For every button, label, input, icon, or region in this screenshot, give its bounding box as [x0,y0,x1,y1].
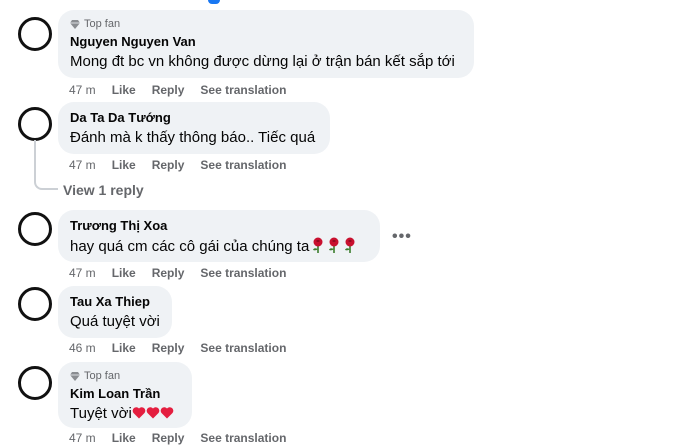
reply-button[interactable]: Reply [152,341,185,355]
author-name[interactable]: Nguyen Nguyen Van [70,34,462,49]
comment-text: Mong đt bc vn không được dừng lại ở trận… [70,53,455,70]
see-translation-link[interactable]: See translation [200,158,286,172]
author-name[interactable]: Kim Loan Trần [70,386,180,401]
author-name[interactable]: Trương Thị Xoa [70,218,368,233]
comment-actions: 47 m Like Reply See translation [69,266,286,280]
timestamp[interactable]: 46 m [69,341,96,355]
comment-actions: 46 m Like Reply See translation [69,341,286,355]
like-button[interactable]: Like [112,83,136,97]
comment-text: Quá tuyệt vời [70,313,160,330]
see-translation-link[interactable]: See translation [200,341,286,355]
reply-button[interactable]: Reply [152,158,185,172]
like-button[interactable]: Like [112,158,136,172]
reply-button[interactable]: Reply [152,431,185,445]
timestamp[interactable]: 47 m [69,158,96,172]
comment-text: Đánh mà k thấy thông báo.. Tiếc quá [70,129,316,146]
comment-bubble: Top fan Kim Loan Trần Tuyệt vời [58,362,192,428]
timestamp[interactable]: 47 m [69,431,96,445]
comment-bubble: Da Ta Da Tướng Đánh mà k thấy thông báo.… [58,102,330,154]
author-name[interactable]: Tau Xa Thiep [70,294,160,309]
see-translation-link[interactable]: See translation [200,266,286,280]
comment-bubble: Top fan Nguyen Nguyen Van Mong đt bc vn … [58,10,474,78]
comment-text: hay quá cm các cô gái của chúng ta [70,238,310,255]
comment-text-row: hay quá cm các cô gái của chúng ta [70,237,368,255]
like-button[interactable]: Like [112,431,136,445]
diamond-icon [70,372,80,381]
avatar[interactable] [18,17,52,51]
top-fan-badge: Top fan [70,370,180,382]
avatar[interactable] [18,107,52,141]
top-fan-badge: Top fan [70,18,462,30]
comment-actions: 47 m Like Reply See translation [69,431,286,445]
reaction-icon-partial [208,0,220,4]
comment-actions: 47 m Like Reply See translation [69,158,286,172]
badge-label: Top fan [84,18,121,30]
avatar[interactable] [18,366,52,400]
like-button[interactable]: Like [112,341,136,355]
timestamp[interactable]: 47 m [69,83,96,97]
see-translation-link[interactable]: See translation [200,83,286,97]
comment-actions: 47 m Like Reply See translation [69,83,286,97]
heart-emoji [160,407,174,419]
avatar[interactable] [18,212,52,246]
see-translation-link[interactable]: See translation [200,431,286,445]
heart-emoji [146,407,160,419]
avatar[interactable] [18,287,52,321]
comment-bubble: Trương Thị Xoa hay quá cm các cô gái của… [58,210,380,262]
badge-label: Top fan [84,370,121,382]
more-options-icon[interactable]: ••• [392,228,412,246]
heart-emoji [132,407,146,419]
reply-button[interactable]: Reply [152,83,185,97]
rose-emoji [329,237,339,253]
timestamp[interactable]: 47 m [69,266,96,280]
comment-text-row: Tuyệt vời [70,405,180,422]
comment-text: Tuyệt vời [70,405,132,422]
rose-emoji [313,237,323,253]
author-name[interactable]: Da Ta Da Tướng [70,110,318,125]
view-replies-link[interactable]: View 1 reply [63,182,144,198]
rose-emoji [345,237,355,253]
like-button[interactable]: Like [112,266,136,280]
diamond-icon [70,20,80,29]
reply-button[interactable]: Reply [152,266,185,280]
comment-bubble: Tau Xa Thiep Quá tuyệt vời [58,286,172,338]
reply-thread-connector [34,140,58,190]
